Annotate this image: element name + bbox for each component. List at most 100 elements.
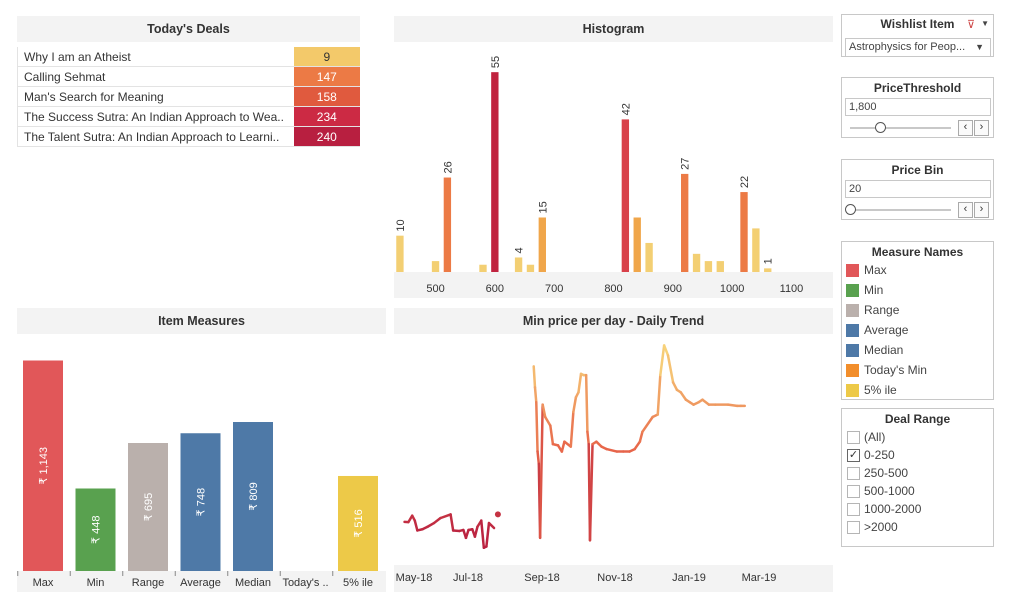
histogram-bar[interactable]	[752, 228, 760, 272]
trend-line-segment[interactable]	[588, 442, 594, 542]
histogram-x-tick: 1100	[780, 283, 804, 295]
increment-button[interactable]: ›	[974, 202, 989, 218]
trend-line-segment[interactable]	[439, 513, 452, 520]
trend-line-segment[interactable]	[605, 447, 619, 453]
trend-line-segment[interactable]	[633, 440, 642, 451]
slider-handle[interactable]	[875, 122, 887, 133]
trend-line-segment[interactable]	[679, 391, 688, 401]
checkbox[interactable]	[847, 431, 860, 444]
price-bin-input[interactable]: 20	[845, 180, 991, 198]
trend-line-segment[interactable]	[569, 410, 575, 448]
trend-line-segment[interactable]	[641, 415, 654, 434]
histogram-x-tick: 1000	[720, 283, 744, 295]
wishlist-dropdown[interactable]: Astrophysics for Peop... ▼	[845, 38, 991, 57]
deal-row[interactable]: The Talent Sutra: An Indian Approach to …	[16, 126, 360, 147]
trend-line-segment[interactable]	[473, 525, 479, 538]
histogram-bar[interactable]	[431, 261, 440, 272]
legend-item[interactable]: Min	[842, 281, 993, 301]
histogram-bar[interactable]	[514, 257, 523, 272]
legend-item[interactable]: Median	[842, 341, 993, 361]
histogram-bar[interactable]	[621, 119, 630, 273]
deal-row[interactable]: Man's Search for Meaning 158	[16, 86, 360, 107]
histogram-bar[interactable]	[491, 72, 499, 273]
trend-point[interactable]	[494, 511, 501, 518]
legend-swatch	[846, 264, 859, 277]
checkbox[interactable]	[847, 467, 860, 480]
filter-clear-icon[interactable]: ⊽	[967, 18, 975, 31]
trend-x-tick: Sep-18	[524, 572, 559, 584]
measure-category-label: Median	[235, 577, 271, 589]
increment-button[interactable]: ›	[974, 120, 989, 136]
trend-line-segment[interactable]	[449, 513, 455, 532]
histogram-bar[interactable]	[633, 217, 641, 273]
deal-range-label: (All)	[864, 430, 886, 444]
trend-line-segment[interactable]	[666, 354, 675, 384]
histogram-bar[interactable]	[764, 268, 772, 272]
legend-item[interactable]: Average	[842, 321, 993, 341]
deal-row[interactable]: Why I am an Atheist 9	[16, 47, 360, 67]
deal-row[interactable]: Calling Sehmat 147	[16, 66, 360, 87]
trend-line-segment[interactable]	[413, 519, 419, 532]
slider-track	[850, 127, 951, 129]
deal-range-option[interactable]: 1000-2000	[842, 500, 993, 518]
trend-line-segment[interactable]	[656, 373, 662, 416]
trend-line-segment[interactable]	[638, 430, 644, 443]
legend-item[interactable]: 5% ile	[842, 381, 993, 401]
price-threshold-slider[interactable]: ‹ ›	[842, 119, 993, 137]
trend-line-segment[interactable]	[532, 365, 537, 389]
trend-line-segment[interactable]	[538, 403, 544, 540]
deal-row[interactable]: The Success Sutra: An Indian Approach to…	[16, 106, 360, 127]
histogram-bar[interactable]	[681, 173, 689, 272]
histogram-bar[interactable]	[526, 264, 535, 272]
legend-item[interactable]: Max	[842, 261, 993, 281]
trend-line-segment[interactable]	[659, 344, 666, 377]
price-threshold-input[interactable]: 1,800	[845, 98, 991, 116]
checkbox[interactable]	[847, 485, 860, 498]
legend-item[interactable]: Range	[842, 301, 993, 321]
histogram-bar[interactable]	[443, 177, 452, 272]
checkbox[interactable]	[847, 503, 860, 516]
histogram-bar[interactable]	[716, 261, 724, 272]
histogram-bar[interactable]	[538, 217, 546, 273]
decrement-button[interactable]: ‹	[958, 120, 973, 136]
trend-line-segment[interactable]	[577, 372, 583, 394]
legend-label: Range	[864, 303, 900, 317]
histogram-bar[interactable]	[740, 192, 748, 272]
histogram-bar[interactable]	[645, 242, 653, 272]
deal-range-option[interactable]: 500-1000	[842, 482, 993, 500]
legend-item[interactable]: Today's Min	[842, 361, 993, 381]
trend-line-segment[interactable]	[671, 381, 679, 392]
trend-line-segment[interactable]	[485, 521, 491, 548]
histogram-bar[interactable]	[704, 261, 713, 272]
price-bin-slider[interactable]: ‹ ›	[842, 201, 993, 219]
trend-line-segment[interactable]	[549, 424, 555, 446]
trend-line-segment[interactable]	[586, 430, 590, 446]
deal-range-option[interactable]: ✓ 0-250	[842, 446, 993, 464]
deal-range-option[interactable]: >2000	[842, 518, 993, 536]
legend-label: Min	[864, 283, 884, 297]
trend-line-segment[interactable]	[533, 386, 538, 404]
deal-range-option[interactable]: 250-500	[842, 464, 993, 482]
trend-line-segment[interactable]	[536, 450, 541, 466]
trend-line-segment[interactable]	[572, 396, 578, 414]
trend-line-segment[interactable]	[480, 519, 486, 549]
checkbox[interactable]: ✓	[847, 449, 860, 462]
deal-price: 158	[293, 86, 360, 107]
trend-line-segment[interactable]	[584, 373, 589, 434]
trend-line-segment[interactable]	[726, 403, 739, 408]
histogram-bar[interactable]	[396, 235, 404, 272]
trend-line-segment[interactable]	[535, 400, 539, 453]
checkbox[interactable]	[847, 521, 860, 534]
chevron-down-icon[interactable]: ▼	[981, 19, 989, 28]
deal-price: 147	[293, 66, 360, 87]
trend-line-segment[interactable]	[560, 440, 566, 453]
histogram-bar-label: 1	[763, 258, 775, 264]
trend-line-segment[interactable]	[543, 415, 552, 427]
measure-category-label: Max	[33, 577, 54, 589]
histogram-bar[interactable]	[692, 253, 701, 272]
deal-range-option[interactable]: (All)	[842, 428, 993, 446]
legend-label: Max	[864, 263, 887, 277]
histogram-bar[interactable]	[479, 264, 487, 272]
slider-handle[interactable]	[845, 204, 856, 215]
decrement-button[interactable]: ‹	[958, 202, 973, 218]
